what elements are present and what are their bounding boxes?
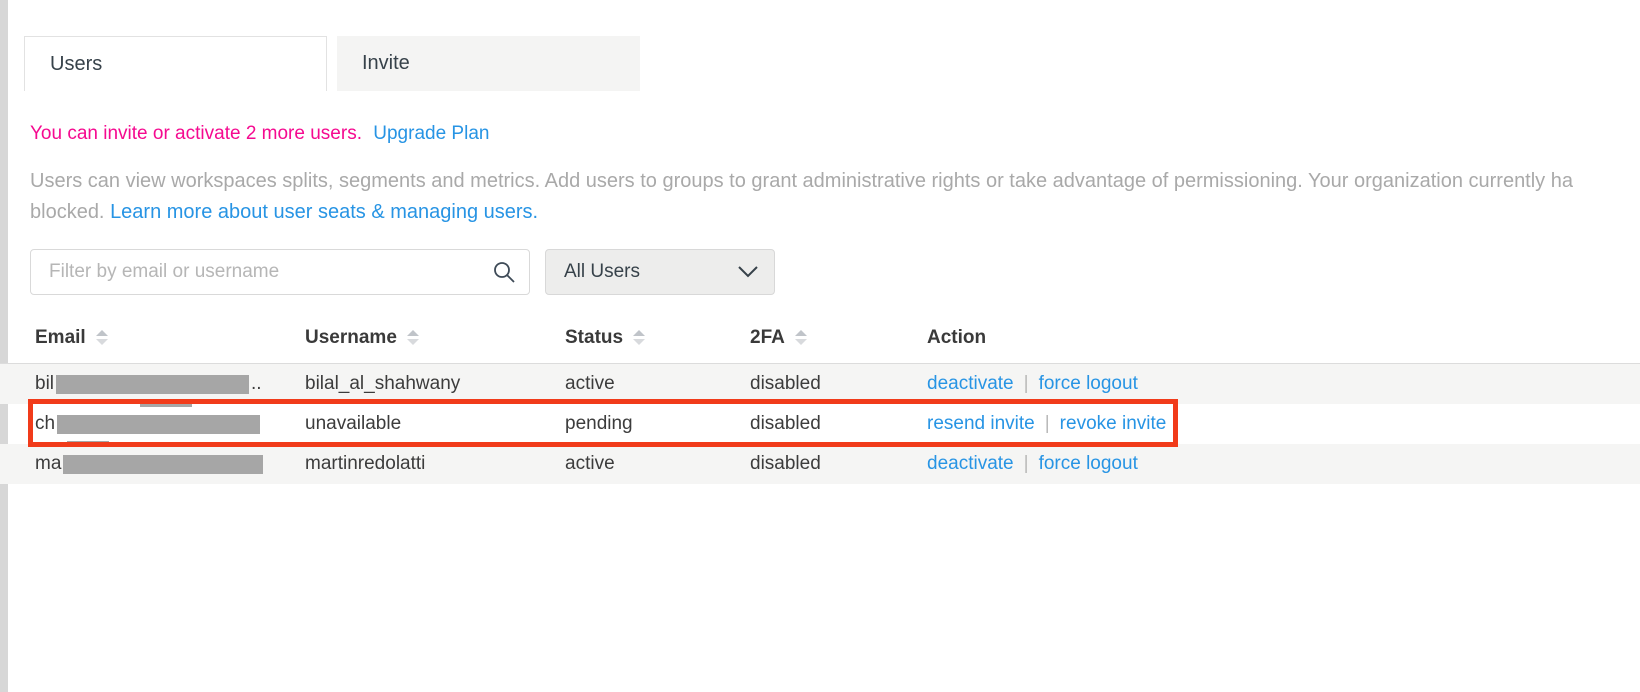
email-redaction-box: [56, 375, 249, 394]
filter-search: [30, 249, 530, 295]
column-header-action: Action: [927, 327, 1640, 349]
sort-icon[interactable]: [407, 330, 419, 345]
email-cell: ma: [35, 453, 305, 475]
twofa-cell: disabled: [750, 373, 927, 395]
email-redaction-artifact: [67, 441, 109, 447]
email-redaction-artifact: [140, 401, 192, 407]
column-header-email[interactable]: Email: [35, 327, 305, 349]
deactivate-link[interactable]: deactivate: [927, 453, 1014, 475]
learn-more-link[interactable]: Learn more about user seats & managing u…: [110, 201, 538, 223]
column-header-2fa[interactable]: 2FA: [750, 327, 927, 349]
table-controls: All Users: [30, 249, 775, 295]
column-header-action-label: Action: [927, 327, 986, 349]
table-row: bil .. bilal_al_shahwany active disabled…: [0, 364, 1640, 404]
sort-icon[interactable]: [795, 330, 807, 345]
action-separator: |: [1024, 373, 1029, 395]
email-suffix: ..: [251, 373, 262, 395]
table-row-highlighted: ch unavailable pending disabled resend i…: [0, 404, 1640, 444]
filter-search-input[interactable]: [30, 249, 530, 295]
email-cell: ch: [35, 413, 305, 435]
action-cell: deactivate | force logout: [927, 453, 1640, 475]
column-header-status[interactable]: Status: [565, 327, 750, 349]
seat-limit-message: You can invite or activate 2 more users.: [30, 123, 362, 144]
tab-invite[interactable]: Invite: [337, 36, 640, 91]
action-cell: deactivate | force logout: [927, 373, 1640, 395]
column-header-username-label: Username: [305, 327, 397, 349]
column-header-status-label: Status: [565, 327, 623, 349]
username-cell: martinredolatti: [305, 453, 565, 475]
action-cell: resend invite | revoke invite: [927, 413, 1640, 435]
action-separator: |: [1045, 413, 1050, 435]
email-redaction-box: [57, 415, 260, 434]
username-cell: bilal_al_shahwany: [305, 373, 565, 395]
twofa-cell: disabled: [750, 453, 927, 475]
table-row: ma martinredolatti active disabled deact…: [0, 444, 1640, 484]
description-line-2: blocked. Learn more about user seats & m…: [30, 197, 1640, 228]
email-prefix: ch: [35, 413, 55, 435]
users-description: Users can view workspaces splits, segmen…: [30, 166, 1640, 228]
users-table: Email Username Status 2FA Action bil .. …: [0, 312, 1640, 484]
tab-bar: Users Invite: [24, 36, 640, 91]
column-header-username[interactable]: Username: [305, 327, 565, 349]
email-prefix: bil: [35, 373, 54, 395]
column-header-2fa-label: 2FA: [750, 327, 785, 349]
status-cell: active: [565, 453, 750, 475]
chevron-down-icon: [738, 266, 758, 278]
force-logout-link[interactable]: force logout: [1039, 453, 1138, 475]
description-line-2-text: blocked.: [30, 201, 110, 223]
email-redaction-box: [63, 455, 263, 474]
column-header-email-label: Email: [35, 327, 86, 349]
action-separator: |: [1024, 453, 1029, 475]
status-cell: active: [565, 373, 750, 395]
user-filter-dropdown[interactable]: All Users: [545, 249, 775, 295]
description-line-1: Users can view workspaces splits, segmen…: [30, 166, 1640, 197]
search-icon[interactable]: [492, 260, 516, 284]
revoke-invite-link[interactable]: revoke invite: [1060, 413, 1167, 435]
username-cell: unavailable: [305, 413, 565, 435]
email-prefix: ma: [35, 453, 61, 475]
sort-icon[interactable]: [633, 330, 645, 345]
resend-invite-link[interactable]: resend invite: [927, 413, 1035, 435]
user-filter-dropdown-value: All Users: [564, 261, 640, 283]
tab-users-label: Users: [50, 53, 102, 76]
status-cell: pending: [565, 413, 750, 435]
sort-icon[interactable]: [96, 330, 108, 345]
deactivate-link[interactable]: deactivate: [927, 373, 1014, 395]
twofa-cell: disabled: [750, 413, 927, 435]
upgrade-plan-link[interactable]: Upgrade Plan: [373, 123, 489, 144]
tab-users[interactable]: Users: [24, 36, 327, 91]
email-cell: bil ..: [35, 373, 305, 395]
seat-limit-notice: You can invite or activate 2 more users.…: [30, 123, 489, 145]
tab-invite-label: Invite: [362, 52, 410, 75]
force-logout-link[interactable]: force logout: [1039, 373, 1138, 395]
users-table-header: Email Username Status 2FA Action: [0, 312, 1640, 364]
